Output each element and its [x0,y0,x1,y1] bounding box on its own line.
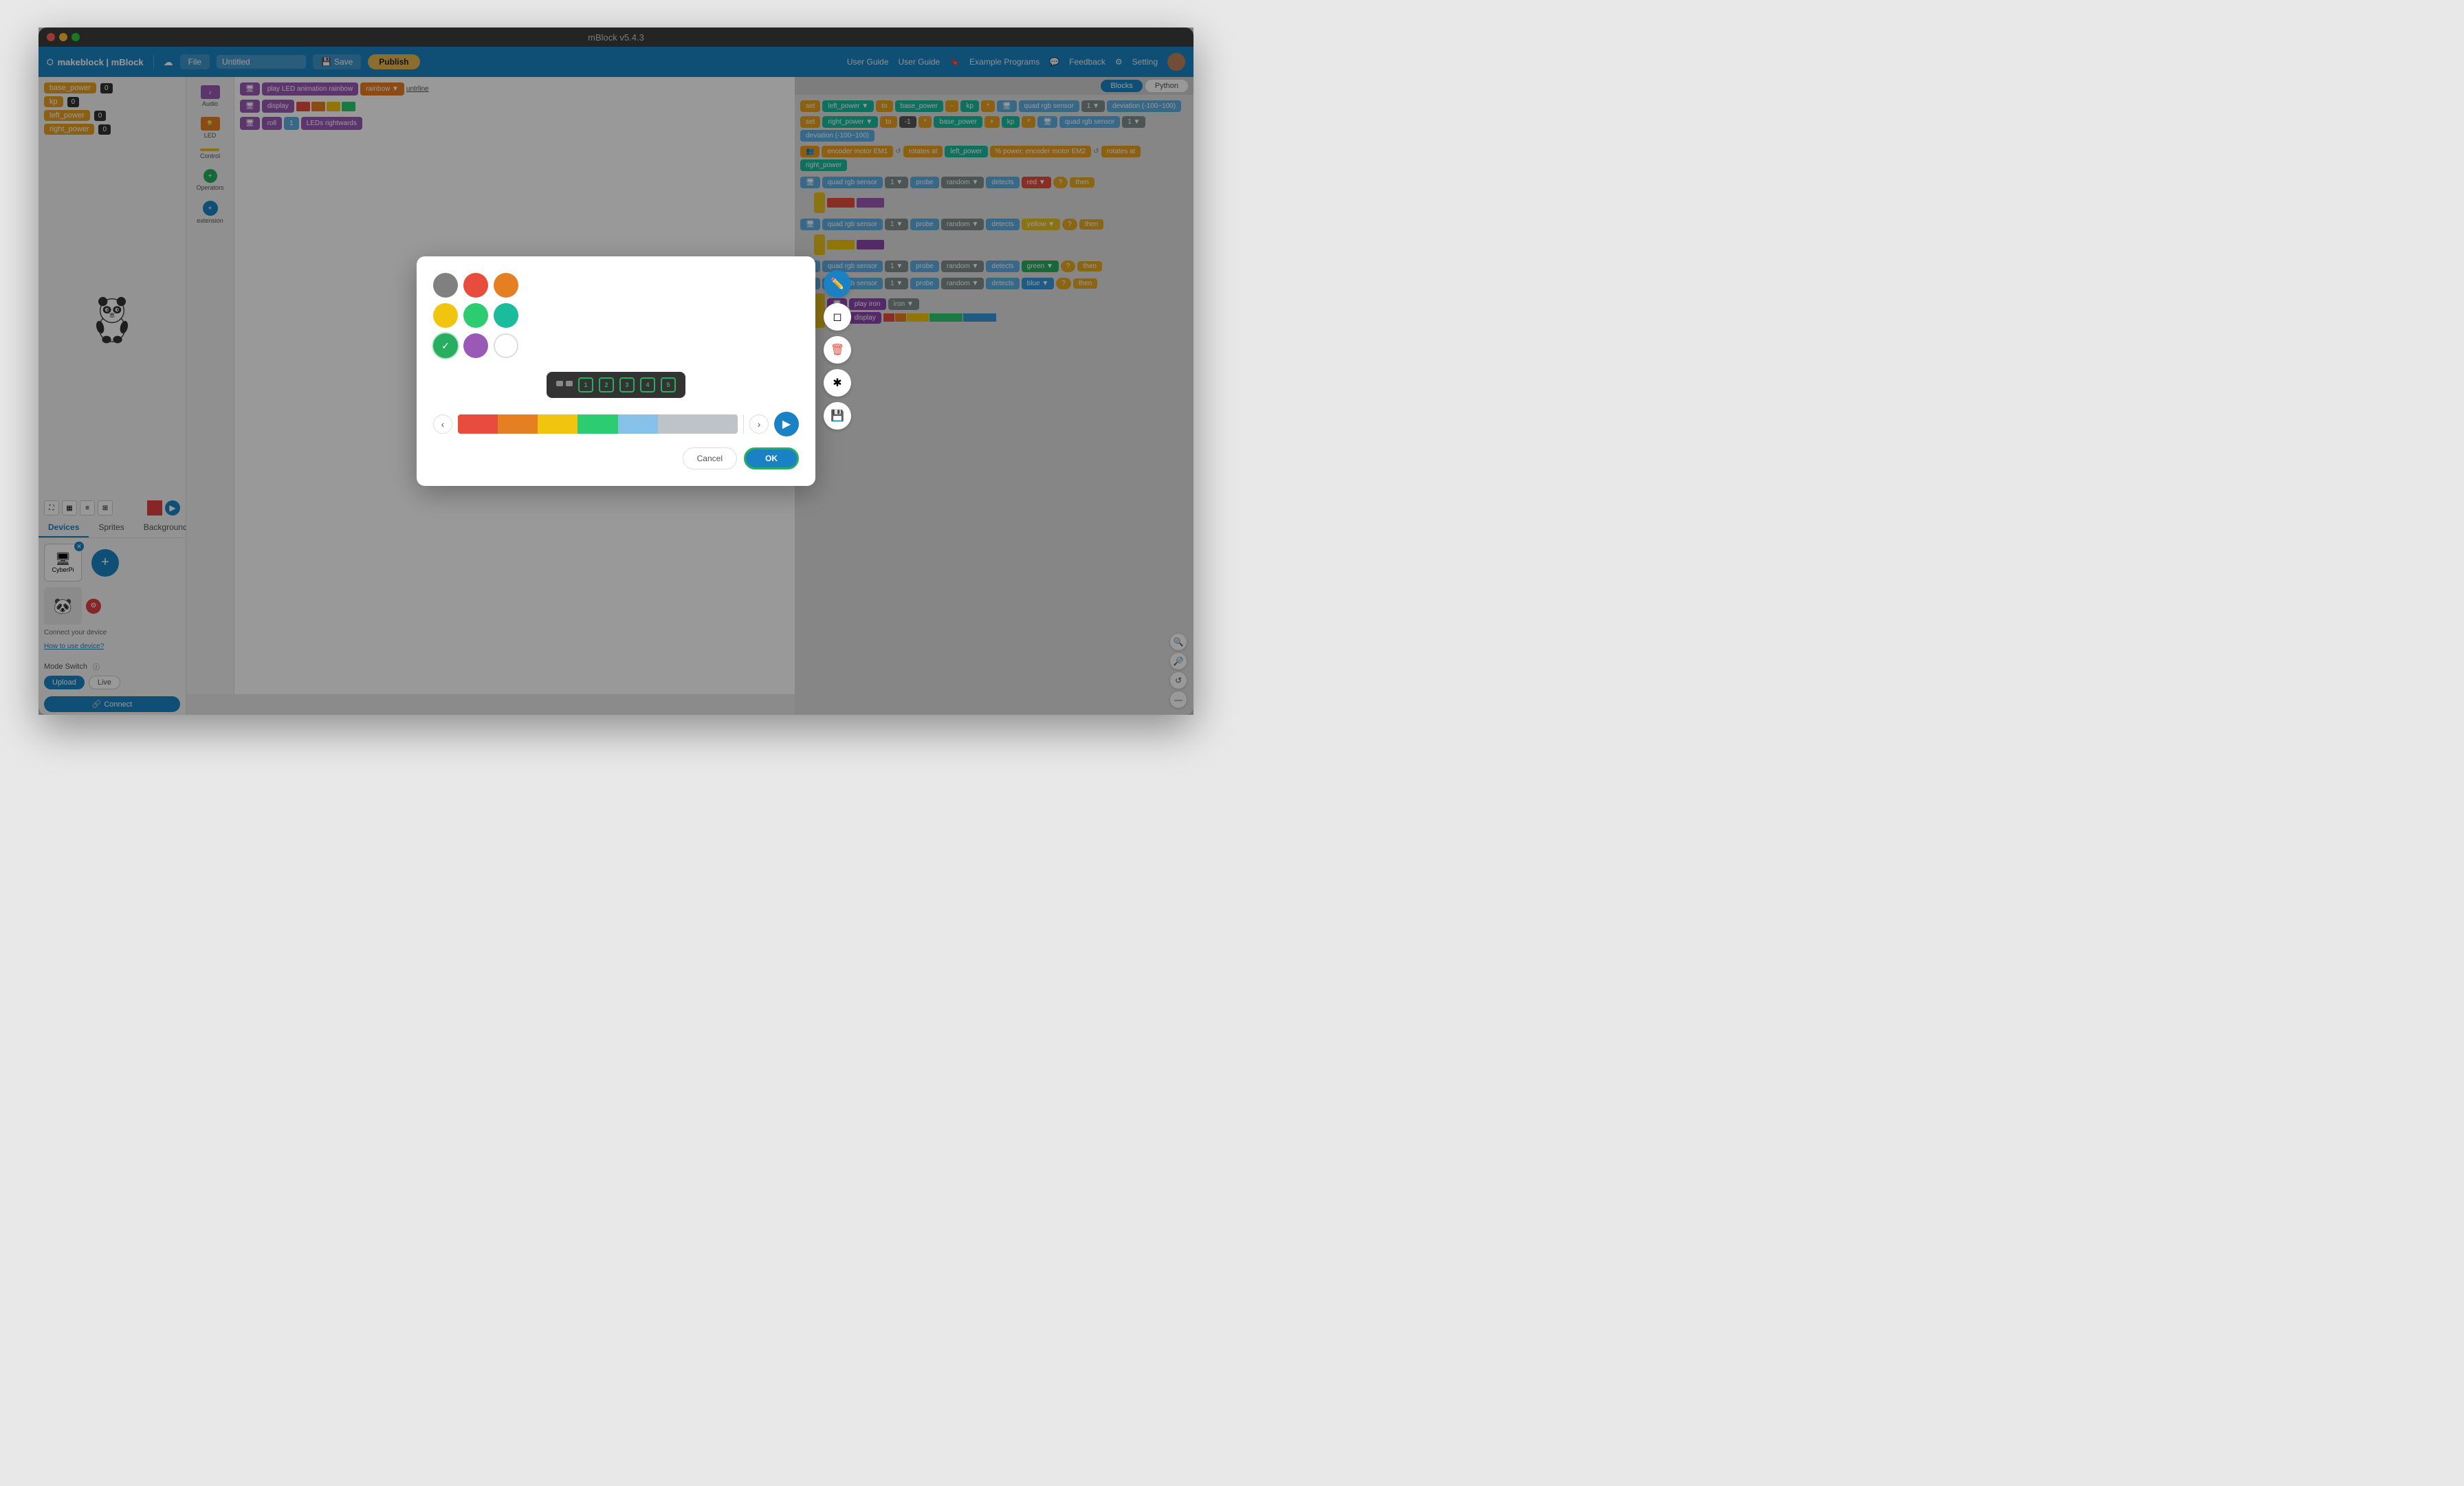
preview-color-strip [458,414,738,434]
swatch-white[interactable] [494,333,518,358]
preview-play-btn[interactable]: ▶ [774,412,799,436]
connector-tab [556,381,563,386]
modal-actions: Cancel OK [433,447,799,469]
led-3[interactable]: 3 [619,377,635,392]
color-palette: ✓ [433,273,799,358]
preview-seg-6 [658,414,698,434]
eraser-btn[interactable]: ◻ [824,303,851,331]
led-strip-container: 1 2 3 4 5 [433,372,799,398]
swatch-yellow[interactable] [433,303,458,328]
save-preset-btn[interactable]: 💾 [824,402,851,430]
modal-overlay[interactable]: ✓ 1 2 3 4 5 [38,27,1194,715]
modal-icon-buttons: ✏️ ◻ 🗑 ✱ 💾 [824,270,851,430]
swatch-selected-green[interactable]: ✓ [433,333,458,358]
preview-seg-2 [498,414,538,434]
modal-preview-strip: ‹ › ▶ [433,412,799,436]
settings-tool-btn[interactable]: ✱ [824,369,851,397]
preview-seg-5 [618,414,658,434]
preview-seg-3 [538,414,578,434]
swatch-teal[interactable] [494,303,518,328]
led-5[interactable]: 5 [661,377,676,392]
delete-btn[interactable]: 🗑 [824,336,851,364]
preview-seg-4 [578,414,617,434]
edit-pencil-btn[interactable]: ✏️ [824,270,851,298]
swatch-green[interactable] [463,303,488,328]
led-strip: 1 2 3 4 5 [547,372,685,398]
divider [743,414,744,434]
preview-next-btn[interactable]: › [749,414,769,434]
swatch-gray[interactable] [433,273,458,298]
swatch-orange[interactable] [494,273,518,298]
connector-tab [566,381,573,386]
led-1[interactable]: 1 [578,377,593,392]
led-4[interactable]: 4 [640,377,655,392]
led-2[interactable]: 2 [599,377,614,392]
preview-prev-btn[interactable]: ‹ [433,414,452,434]
led-color-picker-modal: ✓ 1 2 3 4 5 [417,256,815,486]
preview-seg-7 [698,414,738,434]
preview-seg-1 [458,414,498,434]
cancel-button[interactable]: Cancel [683,447,737,469]
swatch-purple[interactable] [463,333,488,358]
ok-button[interactable]: OK [744,447,799,469]
swatch-red[interactable] [463,273,488,298]
